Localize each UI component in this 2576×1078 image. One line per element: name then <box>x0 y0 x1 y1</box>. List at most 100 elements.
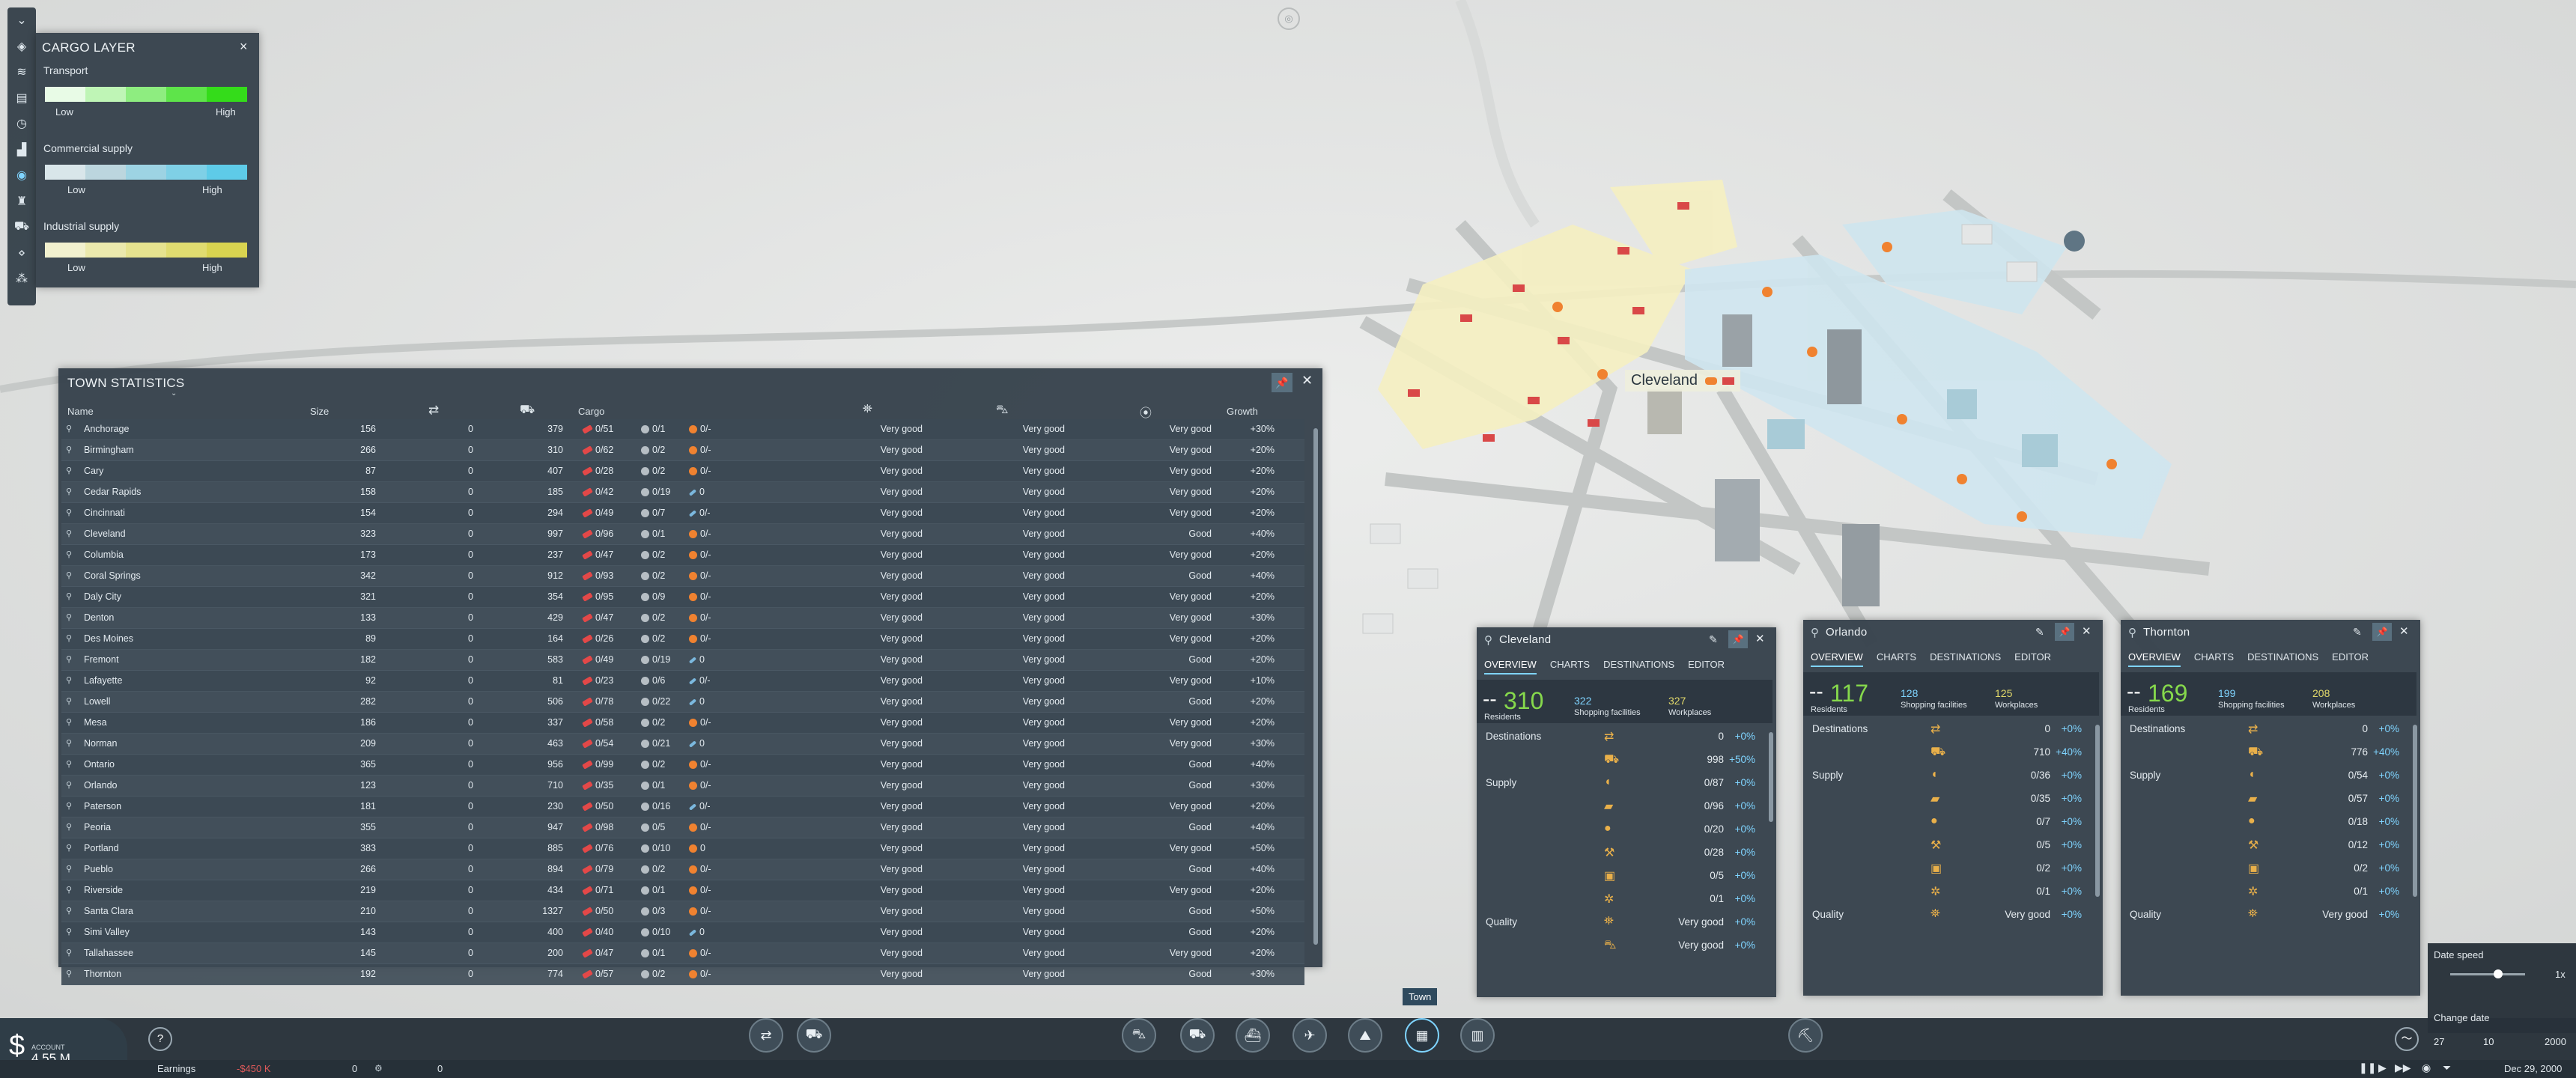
town-name[interactable]: Pueblo <box>84 864 113 874</box>
table-row[interactable]: ⚲ Ontario 365 0 956 0/99 0/2 0/- Very good Very g… <box>61 755 1304 776</box>
town-name[interactable]: Simi Valley <box>84 927 130 937</box>
location-pin-icon[interactable]: ⚲ <box>66 466 72 475</box>
play-icon[interactable]: ▶ <box>2378 1062 2387 1074</box>
town-name[interactable]: Santa Clara <box>84 906 133 916</box>
table-row[interactable]: ⚲ Columbia 173 0 237 0/47 0/2 0/- Very good Very … <box>61 545 1304 566</box>
table-row[interactable]: ⚲ Lafayette 92 0 81 0/23 0/6 0/- Very good Very g… <box>61 671 1304 692</box>
town-name[interactable]: Peoria <box>84 822 111 832</box>
location-pin-icon[interactable]: ⚲ <box>66 717 72 727</box>
table-row[interactable]: ⚲ Norman 209 0 463 0/54 0/21 0 Very good Very goo… <box>61 734 1304 755</box>
fast-forward-icon[interactable]: ▶▶ <box>2395 1062 2411 1074</box>
location-pin-icon[interactable]: ⚲ <box>66 906 72 916</box>
town-name[interactable]: Norman <box>84 738 117 749</box>
table-row[interactable]: ⚲ Cary 87 0 407 0/28 0/2 0/- Very good Very good V… <box>61 461 1304 482</box>
collapse-icon[interactable]: ⌄ <box>7 7 36 34</box>
location-pin-icon[interactable]: ⚲ <box>66 570 72 580</box>
table-row[interactable]: ⚲ Fremont 182 0 583 0/49 0/19 0 Very good Very go… <box>61 650 1304 671</box>
network-icon[interactable]: ⁂ <box>7 266 36 292</box>
town-name[interactable]: Lowell <box>84 696 110 707</box>
edit-icon[interactable]: ✎ <box>2035 626 2044 639</box>
location-pin-icon[interactable]: ⚲ <box>66 927 72 937</box>
table-row[interactable]: ⚲ Santa Clara 210 0 1327 0/50 0/3 0/- Very good V… <box>61 901 1304 922</box>
pin-icon[interactable]: 📌 <box>2372 623 2392 641</box>
tab-editor[interactable]: EDITOR <box>2332 651 2369 663</box>
location-pin-icon[interactable]: ⚲ <box>66 591 72 601</box>
town-name[interactable]: Cedar Rapids <box>84 487 141 497</box>
location-pin-icon[interactable]: ⚲ <box>66 487 72 496</box>
route-tool-button[interactable]: ⇄ <box>749 1018 783 1053</box>
table-row[interactable]: ⚲ Birmingham 266 0 310 0/62 0/2 0/- Very good Ver… <box>61 440 1304 461</box>
town-name[interactable]: Denton <box>84 612 114 623</box>
column-name[interactable]: Name <box>67 406 94 417</box>
town-name[interactable]: Riverside <box>84 885 123 895</box>
car-icon[interactable]: ⛟ <box>520 403 535 418</box>
town-icon[interactable]: ♜ <box>7 189 36 215</box>
tab-overview[interactable]: OVERVIEW <box>1811 651 1863 667</box>
table-row[interactable]: ⚲ Anchorage 156 0 379 0/51 0/1 0/- Very good Very… <box>61 419 1304 440</box>
town-name[interactable]: Fremont <box>84 654 119 665</box>
scrollbar[interactable] <box>2413 725 2417 897</box>
location-pin-icon[interactable]: ⚲ <box>66 508 72 517</box>
location-pin-icon[interactable]: ⚲ <box>66 801 72 811</box>
location-pin-icon[interactable]: ⚲ <box>66 759 72 769</box>
layers-icon[interactable]: ◈ <box>7 34 36 60</box>
location-pin-icon[interactable]: ⚲ <box>66 696 72 706</box>
table-row[interactable]: ⚲ Tallahassee 145 0 200 0/47 0/1 0/- Very good Ve… <box>61 943 1304 964</box>
town-name[interactable]: Des Moines <box>84 633 133 644</box>
emission-icon[interactable]: ⛍ <box>996 403 1009 418</box>
town-name[interactable]: Cleveland <box>84 529 126 539</box>
stack-icon[interactable]: ≋ <box>7 59 36 85</box>
close-icon[interactable]: ✕ <box>1755 632 1765 645</box>
tab-charts[interactable]: CHARTS <box>1550 659 1590 670</box>
column-size[interactable]: Size <box>310 406 329 417</box>
table-row[interactable]: ⚲ Lowell 282 0 506 0/78 0/22 0 Very good Very goo… <box>61 692 1304 713</box>
location-pin-icon[interactable]: ⚲ <box>66 738 72 748</box>
table-row[interactable]: ⚲ Coral Springs 342 0 912 0/93 0/2 0/- Very good… <box>61 566 1304 587</box>
location-pin-icon[interactable]: ⚲ <box>66 424 72 433</box>
chevron-down-icon[interactable]: ⌄ <box>171 389 177 398</box>
location-pin-icon[interactable]: ⚲ <box>66 549 72 559</box>
town-name[interactable]: Paterson <box>84 801 121 811</box>
table-row[interactable]: ⚲ Paterson 181 0 230 0/50 0/16 0/- Very good Very… <box>61 797 1304 817</box>
tab-overview[interactable]: OVERVIEW <box>1484 659 1537 674</box>
table-row[interactable]: ⚲ Denton 133 0 429 0/47 0/2 0/- Very good Very go… <box>61 608 1304 629</box>
year-input[interactable]: 2000 <box>2545 1036 2566 1047</box>
town-name[interactable]: Birmingham <box>84 445 134 455</box>
factory-icon[interactable]: ▟ <box>7 137 36 163</box>
table-row[interactable]: ⚲ Mesa 186 0 337 0/58 0/2 0/- Very good Very good… <box>61 713 1304 734</box>
location-pin-icon[interactable]: ⚲ <box>66 654 72 664</box>
road-vehicle-button[interactable]: ⛍ <box>1122 1018 1156 1053</box>
town-name[interactable]: Coral Springs <box>84 570 141 581</box>
location-pin-icon[interactable]: ⚲ <box>66 822 72 832</box>
vehicle-icon[interactable]: ⛟ <box>7 214 36 240</box>
town-name[interactable]: Cary <box>84 466 103 476</box>
month-input[interactable]: 10 <box>2483 1036 2494 1047</box>
table-row[interactable]: ⚲ Riverside 219 0 434 0/71 0/1 0/- Very good Very… <box>61 880 1304 901</box>
map-town-label[interactable]: Cleveland <box>1625 370 1741 392</box>
table-row[interactable]: ⚲ Portland 383 0 885 0/76 0/10 0 Very good Very g… <box>61 838 1304 859</box>
line-manager-button[interactable]: ⛟ <box>797 1018 831 1053</box>
graph-icon[interactable]: 〜 <box>2395 1027 2419 1051</box>
town-name[interactable]: Anchorage <box>84 424 129 434</box>
town-button[interactable]: ▦ <box>1405 1018 1439 1053</box>
help-button[interactable]: ? <box>148 1027 172 1051</box>
table-row[interactable]: ⚲ Daly City 321 0 354 0/95 0/9 0/- Very good Very… <box>61 587 1304 608</box>
location-pin-icon[interactable]: ⚲ <box>66 864 72 874</box>
tab-destinations[interactable]: DESTINATIONS <box>2247 651 2318 663</box>
traffic-icon[interactable]: ⛯ <box>863 403 872 416</box>
pin-icon[interactable]: 📌 <box>1272 373 1292 392</box>
date-speed-slider[interactable] <box>2450 969 2525 978</box>
location-pin-icon[interactable]: ⚲ <box>66 780 72 790</box>
record-icon[interactable]: ◉ <box>2422 1062 2431 1074</box>
noise-icon[interactable]: ⦿ <box>1140 403 1152 421</box>
signal-icon[interactable]: ⋄ <box>7 240 36 267</box>
location-pin-icon[interactable]: ⚲ <box>66 843 72 853</box>
day-input[interactable]: 27 <box>2434 1036 2444 1047</box>
location-pin-icon[interactable]: ⚲ <box>66 948 72 957</box>
table-row[interactable]: ⚲ Cincinnati 154 0 294 0/49 0/7 0/- Very good Ver… <box>61 503 1304 524</box>
location-pin-icon[interactable]: ⚲ <box>1484 633 1492 647</box>
town-name[interactable]: Thornton <box>84 969 121 979</box>
location-pin-icon[interactable]: ⚲ <box>66 445 72 454</box>
column-growth[interactable]: Growth <box>1227 406 1258 417</box>
terrain-button[interactable]: ⛰ <box>1348 1018 1382 1053</box>
